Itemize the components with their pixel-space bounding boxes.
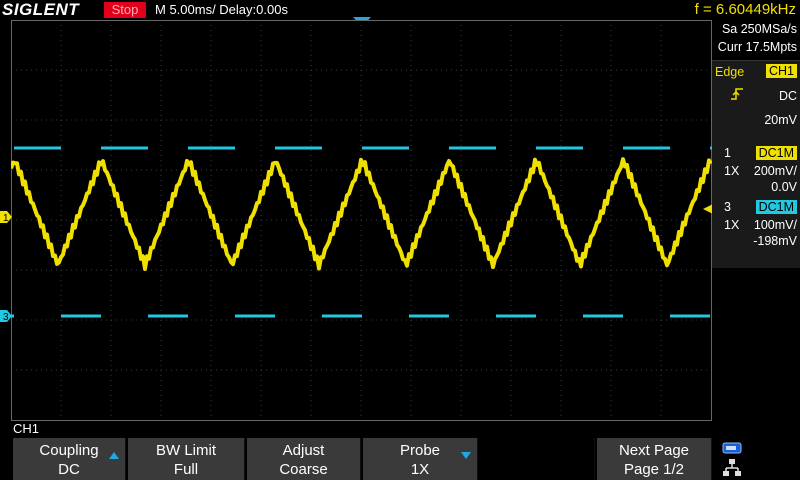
- ch3-scale: 100mV/: [753, 218, 797, 232]
- arrow-down-icon: [461, 452, 471, 459]
- ch3-probe: 1X: [724, 218, 740, 232]
- ch1-offset: 0.0V: [771, 180, 797, 194]
- softkey-probe-value: 1X: [410, 461, 430, 478]
- ch1-number: 1: [724, 146, 731, 160]
- trigger-source: CH1: [765, 64, 797, 78]
- softkey-probe[interactable]: Probe 1X: [363, 438, 478, 480]
- ch1-scale: 200mV/: [753, 164, 797, 178]
- softkey-adjust-value: Coarse: [279, 461, 328, 478]
- ch1-offset-marker[interactable]: 1: [0, 211, 12, 223]
- brand-logo: SIGLENT: [2, 0, 80, 19]
- top-status-bar: SIGLENT Stop M 5.00ms/ Delay:0.00s f = 6…: [0, 0, 800, 20]
- run-stop-indicator[interactable]: Stop: [104, 2, 146, 18]
- ch1-marker-label: 1: [3, 213, 9, 223]
- softkey-bw-limit[interactable]: BW Limit Full: [128, 438, 245, 480]
- usb-icon: [722, 442, 742, 454]
- memory-depth: Curr 17.5Mpts: [717, 40, 797, 54]
- softkey-coupling[interactable]: Coupling DC: [13, 438, 126, 480]
- ch3-offset: -198mV: [753, 234, 797, 248]
- ch3-number: 3: [724, 200, 731, 214]
- waveform-display[interactable]: [11, 20, 712, 421]
- timebase-readout[interactable]: M 5.00ms/ Delay:0.00s: [155, 0, 288, 20]
- trigger-type: Edge: [715, 65, 745, 79]
- arrow-up-icon: [109, 452, 119, 459]
- ch1-probe: 1X: [724, 164, 740, 178]
- trigger-coupling: DC: [778, 89, 797, 103]
- softkey-next-page-title: Next Page: [618, 442, 690, 459]
- network-icon: [723, 459, 741, 476]
- frequency-counter: f = 6.60449kHz: [694, 1, 796, 18]
- softkey-bar: Coupling DC BW Limit Full Adjust Coarse …: [0, 438, 800, 480]
- softkey-next-page-value: Page 1/2: [623, 461, 685, 478]
- rising-edge-icon: [731, 88, 743, 100]
- softkey-next-page[interactable]: Next Page Page 1/2: [597, 438, 712, 480]
- ch3-settings[interactable]: 3 DC1M 1X 100mV/ -198mV: [712, 198, 800, 268]
- active-channel-label: CH1: [13, 421, 40, 436]
- ch3-coupling: DC1M: [755, 200, 797, 214]
- softkey-empty[interactable]: [480, 438, 595, 480]
- softkey-bw-limit-title: BW Limit: [156, 442, 216, 459]
- softkey-adjust[interactable]: Adjust Coarse: [247, 438, 361, 480]
- softkey-coupling-value: DC: [58, 461, 80, 478]
- ch3-offset-marker[interactable]: 3: [0, 310, 12, 322]
- trigger-level: 20mV: [764, 113, 797, 127]
- softkey-adjust-title: Adjust: [282, 442, 325, 459]
- softkey-bw-limit-value: Full: [173, 461, 199, 478]
- ch3-marker-label: 3: [3, 312, 9, 322]
- info-panel: Sa 250MSa/s Curr 17.5Mpts Edge CH1 DC 20…: [712, 20, 800, 420]
- softkey-probe-title: Probe: [399, 442, 441, 459]
- ch1-coupling: DC1M: [755, 146, 797, 160]
- sample-rate: Sa 250MSa/s: [721, 22, 797, 36]
